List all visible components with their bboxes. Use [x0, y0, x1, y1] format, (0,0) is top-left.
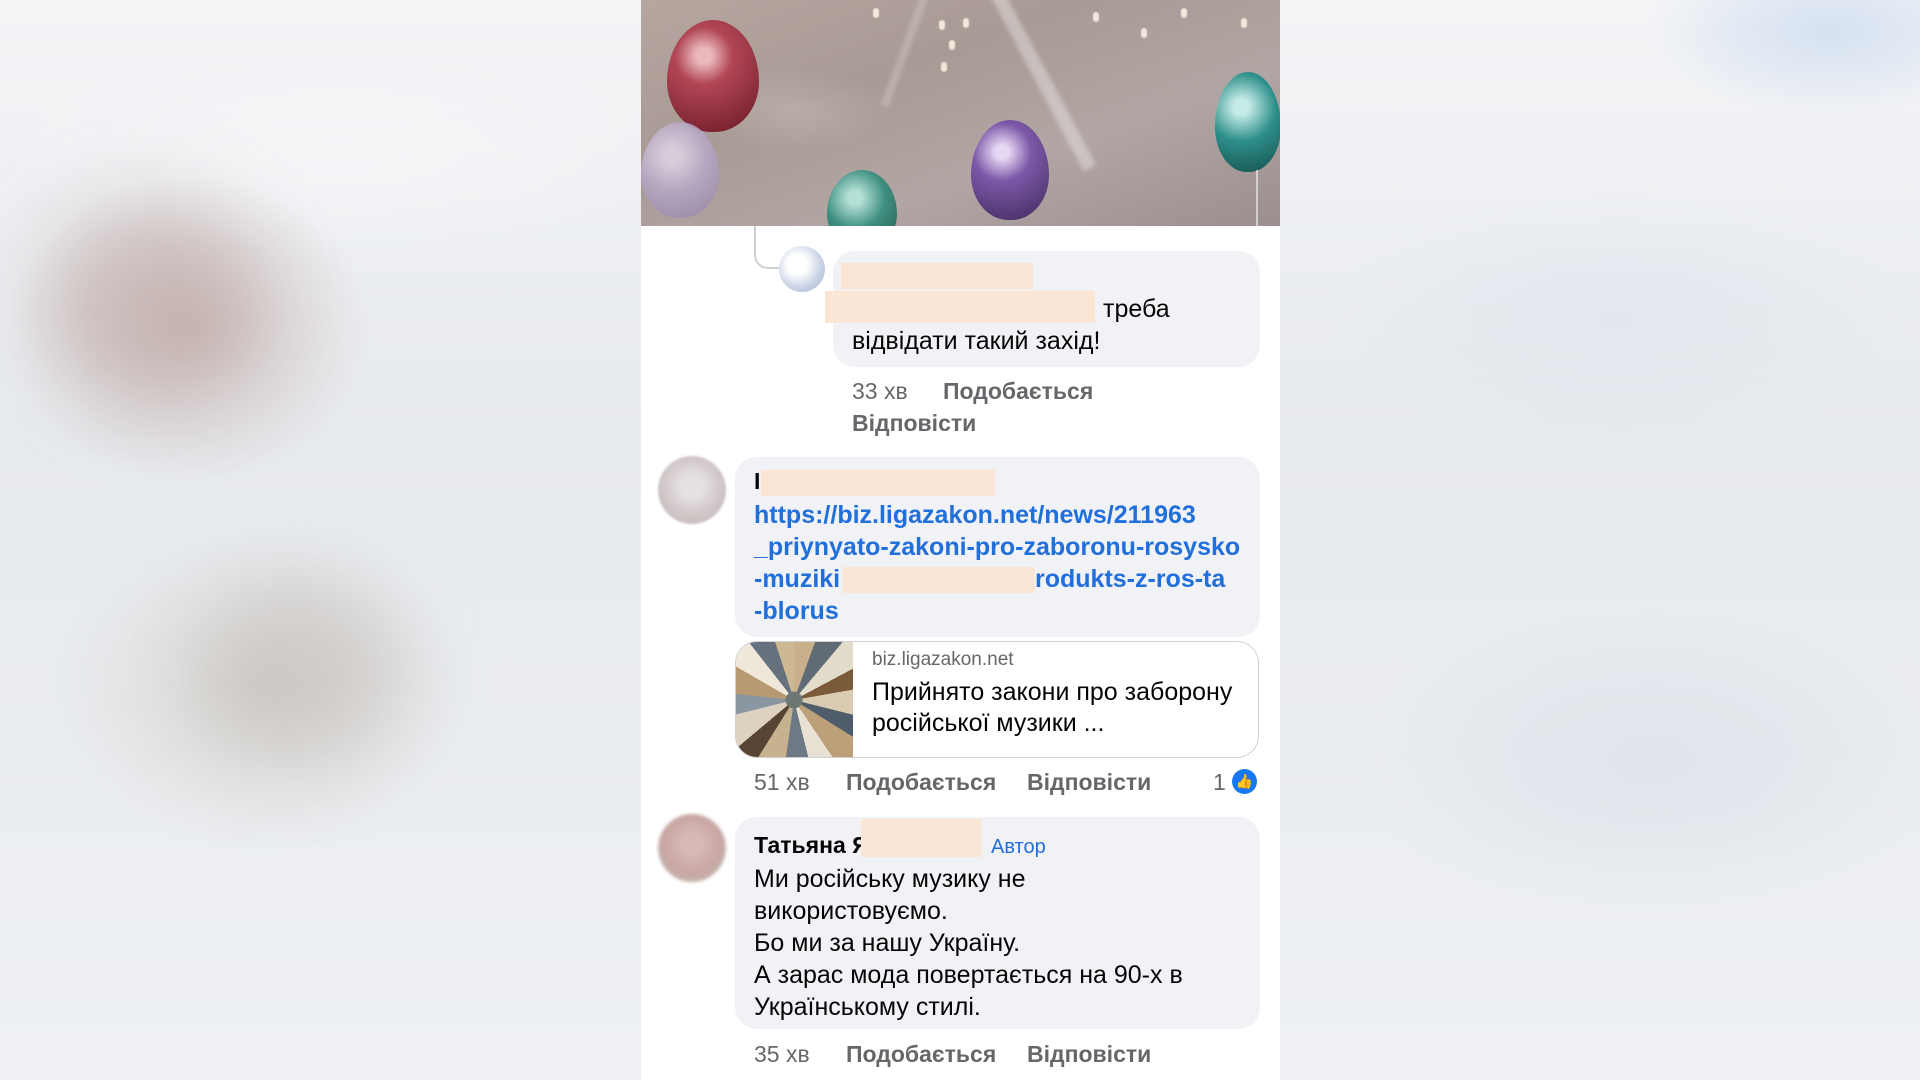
comment-time[interactable]: 51 хв	[754, 769, 810, 796]
teal-balloon	[1215, 72, 1280, 172]
sparkle	[1181, 8, 1187, 18]
comment-time[interactable]: 33 хв	[852, 378, 908, 405]
avatar[interactable]	[779, 246, 825, 292]
avatar[interactable]	[658, 814, 726, 882]
comment-line: А зарас мода повертається на 90-х в	[754, 961, 1183, 989]
comment-line: Українському стилі.	[754, 993, 981, 1021]
background-haze	[40, 200, 260, 400]
redacted-link-part	[843, 567, 1035, 593]
article-link[interactable]: https://biz.ligazakon.net/news/211963	[754, 499, 1196, 531]
books-icon	[736, 642, 853, 757]
link-preview-card[interactable]: biz.ligazakon.net Прийнято закони про за…	[735, 641, 1259, 758]
thumbs-up-icon: 👍	[1232, 769, 1257, 794]
reply-button[interactable]: Відповісти	[1027, 769, 1151, 796]
redacted-text	[825, 291, 1095, 323]
article-link[interactable]: rodukts-z-ros-ta	[1035, 563, 1225, 595]
comment-line: Бо ми за нашу Україну.	[754, 929, 1021, 957]
author-badge: Автор	[991, 836, 1046, 858]
preview-domain: biz.ligazakon.net	[872, 649, 1014, 670]
redacted-name	[861, 819, 981, 857]
video-thumbnail[interactable]	[641, 0, 1280, 226]
reply-button[interactable]: Відповісти	[852, 410, 976, 437]
sparkle	[949, 40, 955, 50]
redacted-name	[841, 263, 1033, 289]
like-button[interactable]: Подобається	[943, 378, 1093, 405]
sparkle	[939, 20, 945, 30]
lilac-balloon	[641, 122, 719, 218]
article-link[interactable]: _priynyato-zakoni-pro-zaboronu-rosysko	[754, 531, 1240, 563]
teal-balloon	[827, 170, 897, 226]
comment-screen: треба відвідати такий захід! 33 хв Подоб…	[641, 0, 1280, 1080]
like-button[interactable]: Подобається	[846, 769, 996, 796]
comment-text: відвідати такий захід!	[852, 327, 1101, 355]
reply-button[interactable]: Відповісти	[1027, 1041, 1151, 1068]
comment-text: Ми російську музику не використовуємо. Б…	[754, 863, 1254, 1023]
sparkle	[873, 8, 879, 18]
article-link[interactable]: -blorus	[754, 595, 839, 627]
redacted-name	[761, 470, 995, 496]
comment-line: Ми російську музику не	[754, 865, 1026, 893]
reply-comment-bubble: треба відвідати такий захід!	[825, 251, 1260, 367]
sparkle	[1241, 18, 1247, 28]
sparkle	[963, 18, 969, 28]
balloon-string	[1256, 170, 1258, 226]
reaction-count[interactable]: 1	[1213, 769, 1226, 796]
preview-title: Прийнято закони про заборону російської …	[872, 678, 1233, 737]
link-comment-bubble: І https://biz.ligazakon.net/news/211963 …	[735, 457, 1260, 637]
purple-balloon	[971, 120, 1049, 220]
avatar[interactable]	[658, 456, 726, 524]
comment-text: треба	[1103, 295, 1170, 323]
like-button[interactable]: Подобається	[846, 1041, 996, 1068]
author-comment-bubble: Татьяна Я Автор Ми російську музику не в…	[735, 817, 1260, 1029]
comment-time[interactable]: 35 хв	[754, 1041, 810, 1068]
comment-header: Татьяна Я	[754, 829, 869, 861]
comment-name: І	[754, 468, 761, 494]
commenter-name[interactable]: Татьяна Я	[754, 832, 869, 858]
background-haze	[200, 580, 400, 760]
red-balloon	[667, 20, 759, 132]
light-streak	[880, 0, 930, 108]
article-link[interactable]: -muziki	[754, 563, 840, 595]
sparkle	[1093, 12, 1099, 22]
reply-thread-line	[754, 226, 780, 269]
sparkle	[1141, 28, 1147, 38]
sparkle	[941, 62, 947, 72]
comment-line: використовуємо.	[754, 897, 948, 925]
